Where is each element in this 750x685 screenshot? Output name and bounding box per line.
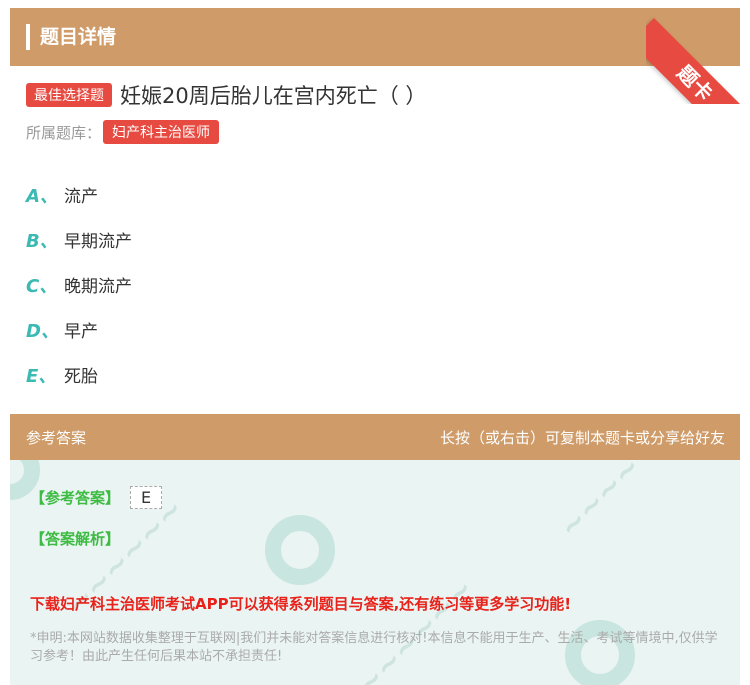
question-bank-tag[interactable]: 妇产科主治医师 — [103, 120, 220, 144]
header-bar: 题目详情 — [10, 8, 740, 66]
watermark-icon: ~~~~ — [552, 460, 649, 546]
option-letter: D、 — [26, 320, 59, 342]
option-text: 早期流产 — [64, 232, 132, 252]
option-text: 死胎 — [64, 367, 98, 387]
header-accent-mark — [26, 24, 30, 50]
option-text: 流产 — [64, 187, 98, 207]
share-hint: 长按（或右击）可复制本题卡或分享给好友 — [439, 428, 725, 447]
option-c[interactable]: C、 晚期流产 — [26, 262, 132, 307]
watermark-logo-icon — [265, 515, 335, 585]
question-card-ribbon: 题卡 — [646, 0, 750, 104]
answer-section-header: 参考答案 长按（或右击）可复制本题卡或分享给好友 — [10, 414, 740, 460]
watermark-icon: ~~~~~~ — [349, 571, 482, 685]
option-d[interactable]: D、 早产 — [26, 307, 132, 352]
answer-analysis-label: 【答案解析】 — [30, 530, 121, 548]
reference-answer-label: 【参考答案】 — [30, 489, 121, 507]
reference-answer-line: 【参考答案】 E — [30, 486, 163, 509]
option-text: 早产 — [64, 322, 98, 342]
option-b[interactable]: B、 早期流产 — [26, 217, 132, 262]
question-row: 最佳选择题 妊娠20周后胎儿在宫内死亡（ ） — [26, 80, 426, 110]
option-a[interactable]: A、 流产 — [26, 172, 132, 217]
disclaimer-text: *申明:本网站数据收集整理于互联网|我们并未能对答案信息进行核对!本信息不能用于… — [30, 631, 718, 664]
question-text: 妊娠20周后胎儿在宫内死亡（ ） — [120, 84, 427, 108]
option-text: 晚期流产 — [64, 277, 132, 297]
option-letter: B、 — [26, 230, 58, 252]
question-bank-row: 所属题库： 妇产科主治医师 — [26, 120, 220, 144]
ribbon-label: 题卡 — [646, 18, 750, 104]
reference-answer-value[interactable]: E — [130, 486, 163, 509]
page-title: 题目详情 — [40, 26, 117, 48]
question-type-badge: 最佳选择题 — [26, 83, 112, 107]
answer-box: ~~~~~~ ~~~~~~ ~~~~ 【参考答案】 E 【答案解析】 下载妇产科主… — [10, 460, 740, 685]
option-letter: E、 — [26, 365, 57, 387]
answer-section-title: 参考答案 — [26, 428, 87, 447]
question-bank-label: 所属题库： — [26, 123, 102, 142]
option-e[interactable]: E、 死胎 — [26, 352, 132, 397]
option-letter: A、 — [26, 185, 58, 207]
app-download-promo[interactable]: 下载妇产科主治医师考试APP可以获得系列题目与答案,还有练习等更多学习功能! — [30, 593, 571, 614]
option-letter: C、 — [26, 275, 58, 297]
options-list: A、 流产 B、 早期流产 C、 晚期流产 D、 早产 E、 死胎 — [26, 172, 132, 397]
